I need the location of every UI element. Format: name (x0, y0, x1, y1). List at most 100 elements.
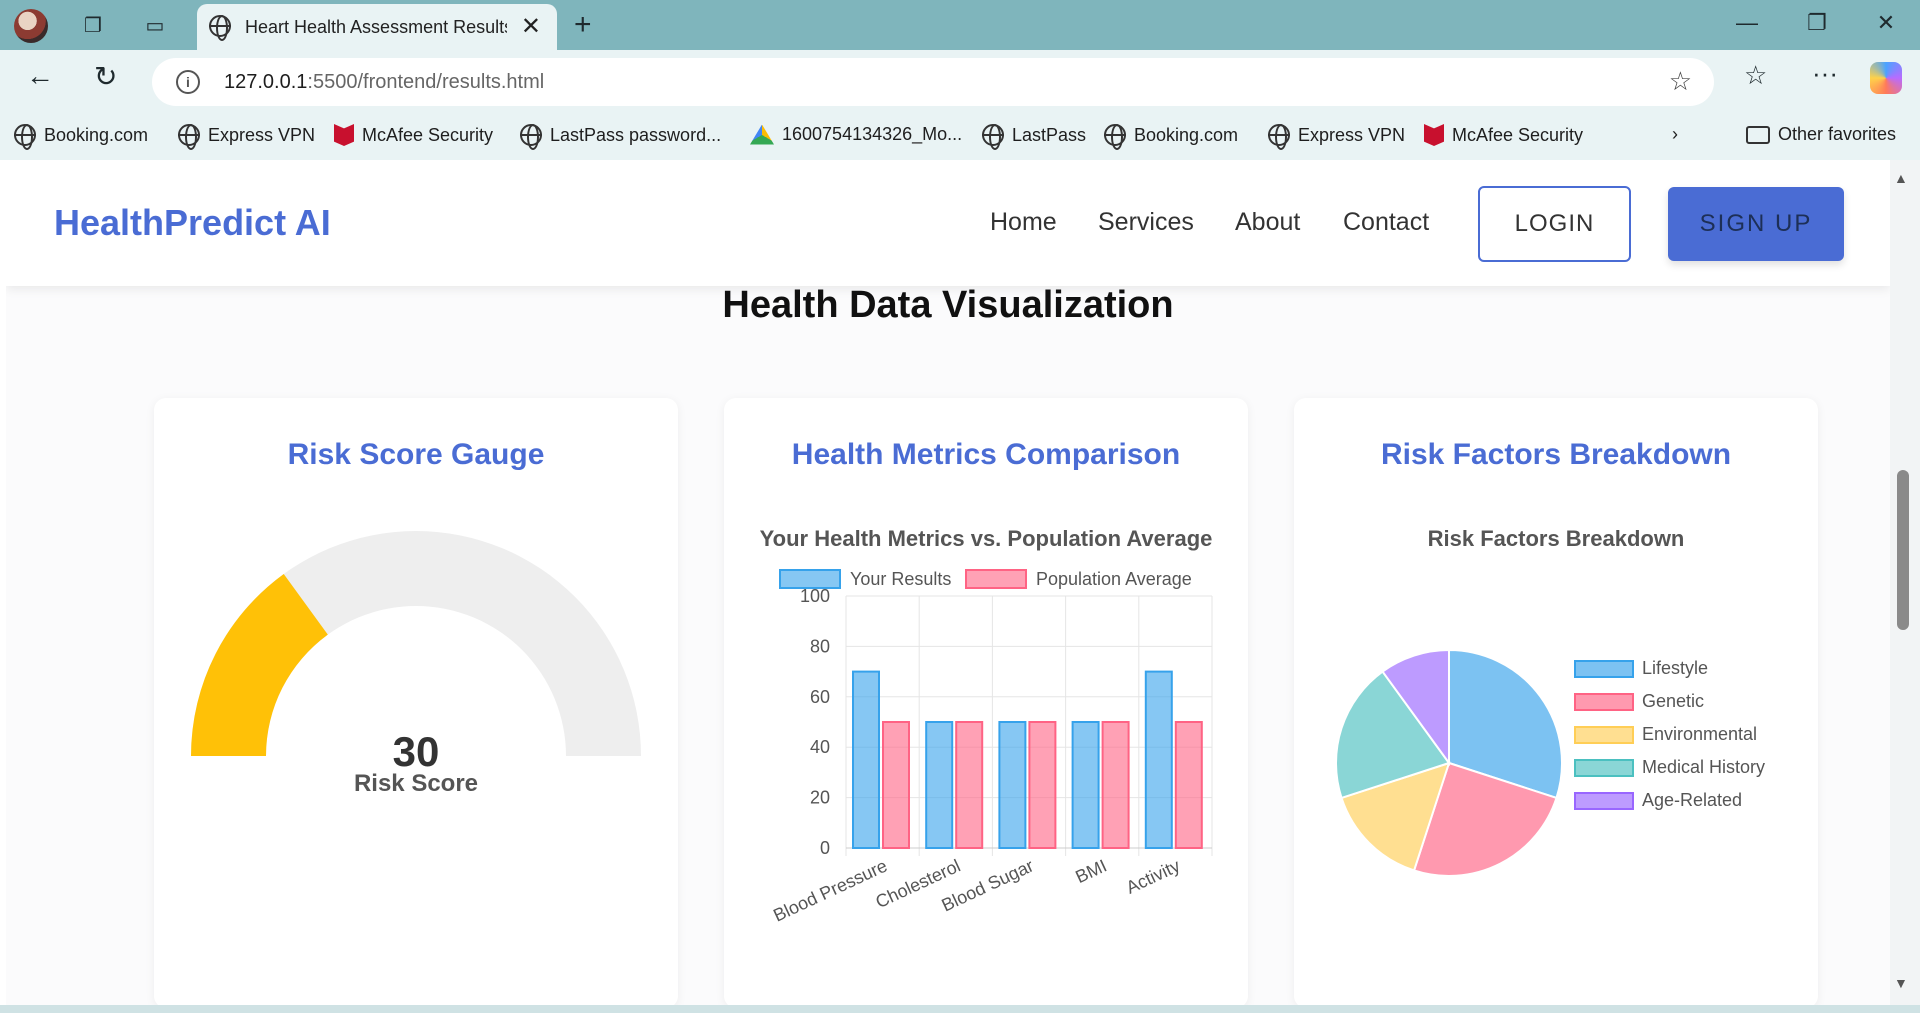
mcafee-icon (334, 124, 354, 146)
copilot-icon[interactable] (1870, 62, 1902, 94)
y-tick-label: 20 (810, 788, 830, 808)
close-window-icon[interactable]: ✕ (1866, 10, 1906, 36)
gauge-value: 30 (392, 728, 440, 775)
bookmark-item[interactable]: LastPass password... (520, 124, 722, 150)
browser-tab-strip: ❐ ▭ Heart Health Assessment Results ✕ + … (0, 0, 1920, 50)
bookmark-item[interactable]: McAfee Security (334, 124, 493, 146)
bar-chart-title: Your Health Metrics vs. Population Avera… (759, 526, 1213, 551)
pie-chart (1335, 648, 1563, 877)
scroll-up-arrow-icon[interactable]: ▲ (1894, 170, 1908, 186)
y-tick-label: 40 (810, 737, 830, 757)
y-tick-label: 60 (810, 687, 830, 707)
bookmarks-bar: › Other favorites Booking.com Express VPN… (0, 114, 1920, 160)
folder-icon (1746, 125, 1770, 144)
y-tick-label: 80 (810, 636, 830, 656)
bookmark-label: LastPass password... (550, 124, 722, 145)
y-tick-label: 100 (800, 586, 830, 606)
legend-label: Medical History (1642, 757, 1766, 777)
site-logo[interactable]: HealthPredict AI (54, 202, 331, 244)
address-bar[interactable]: i 127.0.0.1:5500/frontend/results.html ☆ (152, 58, 1714, 106)
bar (998, 721, 1027, 849)
scrollbar-thumb[interactable] (1897, 470, 1909, 630)
nav-contact[interactable]: Contact (1343, 208, 1429, 237)
profile-avatar[interactable] (14, 9, 48, 43)
pie-legend-item[interactable]: Age-Related (1574, 790, 1742, 811)
bookmark-item[interactable]: Booking.com (14, 124, 149, 150)
favorites-icon[interactable]: ☆ (1744, 60, 1767, 91)
legend-label: Genetic (1642, 691, 1705, 711)
bookmark-item[interactable]: Booking.com (1104, 124, 1238, 150)
bar (1174, 721, 1203, 849)
site-header: HealthPredict AI Home Services About Con… (6, 160, 1890, 286)
section-title: Health Data Visualization (722, 284, 1174, 326)
nav-home[interactable]: Home (990, 208, 1057, 237)
bar (852, 670, 880, 849)
globe-icon (982, 124, 1004, 150)
site-info-icon[interactable]: i (176, 70, 200, 94)
bookmark-label: McAfee Security (1452, 124, 1584, 145)
tab-actions-icon[interactable]: ▭ (140, 11, 170, 41)
gauge-card-title: Risk Score Gauge (287, 438, 545, 471)
legend-label: Your Results (850, 569, 951, 589)
window-bottom-edge (0, 1005, 1920, 1013)
bar (1028, 721, 1057, 849)
legend-label: Age-Related (1642, 790, 1743, 810)
minimize-icon[interactable]: — (1727, 10, 1767, 36)
globe-icon (1104, 124, 1126, 150)
pie-legend-item[interactable]: Genetic (1574, 691, 1704, 712)
bookmark-label: Booking.com (44, 124, 149, 145)
legend-label: Population Average (1036, 569, 1192, 589)
bar (1071, 721, 1100, 849)
globe-icon (209, 15, 231, 41)
bookmark-item[interactable]: McAfee Security (1424, 124, 1583, 146)
url-text[interactable]: 127.0.0.1:5500/frontend/results.html (224, 71, 544, 94)
reload-icon[interactable]: ↻ (94, 60, 117, 93)
active-tab[interactable]: Heart Health Assessment Results ✕ (197, 4, 557, 50)
x-tick-label: BMI (1072, 855, 1109, 887)
legend-swatch (965, 569, 1027, 589)
bar (1101, 721, 1130, 849)
workspaces-icon[interactable]: ❐ (78, 11, 108, 41)
new-tab-icon[interactable]: + (574, 8, 592, 42)
bookmark-item[interactable]: Express VPN (1268, 124, 1405, 150)
restore-icon[interactable]: ❐ (1797, 10, 1837, 36)
bar (1144, 670, 1173, 849)
bookmark-label: McAfee Security (362, 124, 494, 145)
legend-swatch (1574, 791, 1634, 810)
bookmark-label: Express VPN (208, 124, 316, 145)
favorite-star-icon[interactable]: ☆ (1669, 66, 1692, 97)
risk-gauge (191, 531, 641, 756)
scroll-down-arrow-icon[interactable]: ▼ (1894, 975, 1908, 991)
address-bar-row: ← ↻ i 127.0.0.1:5500/frontend/results.ht… (0, 50, 1920, 114)
bookmarks-overflow-chevron-icon[interactable]: › (1672, 124, 1678, 145)
nav-about[interactable]: About (1235, 208, 1300, 237)
globe-icon (14, 124, 36, 150)
pie-legend-item[interactable]: Lifestyle (1574, 658, 1708, 679)
bar (882, 721, 910, 849)
back-icon[interactable]: ← (26, 60, 54, 92)
risk-gauge-card: Risk Score Gauge 30 Risk Score (154, 398, 678, 1005)
more-menu-icon[interactable]: ··· (1812, 58, 1838, 89)
legend-swatch (1574, 758, 1634, 777)
risk-factors-card: Risk Factors Breakdown Risk Factors Brea… (1294, 398, 1818, 1005)
bar (955, 721, 984, 849)
signup-button[interactable]: SIGN UP (1668, 187, 1844, 261)
pie-chart-title: Risk Factors Breakdown (1427, 526, 1685, 551)
globe-icon (1268, 124, 1290, 150)
page-viewport: HealthPredict AI Home Services About Con… (6, 160, 1890, 1005)
bookmark-item[interactable]: Express VPN (178, 124, 316, 150)
bookmark-item[interactable]: 1600754134326_Mo... (750, 124, 962, 145)
pie-legend-item[interactable]: Medical History (1574, 757, 1765, 778)
nav-services[interactable]: Services (1098, 208, 1194, 237)
metrics-card: Health Metrics Comparison Your Health Me… (724, 398, 1248, 1005)
other-favorites[interactable]: Other favorites (1746, 124, 1896, 145)
pie-legend-item[interactable]: Environmental (1574, 724, 1757, 745)
bar-chart: Your Results Population Average 0 20 40 60 80 1… (770, 569, 1213, 926)
bookmark-item[interactable]: LastPass (982, 124, 1086, 150)
legend-label: Lifestyle (1642, 658, 1709, 678)
risk-card-title: Risk Factors Breakdown (1380, 438, 1732, 471)
y-tick-label: 0 (820, 838, 830, 858)
login-button[interactable]: LOGIN (1478, 186, 1631, 262)
close-tab-icon[interactable]: ✕ (521, 12, 541, 41)
legend-label: Environmental (1642, 724, 1758, 744)
